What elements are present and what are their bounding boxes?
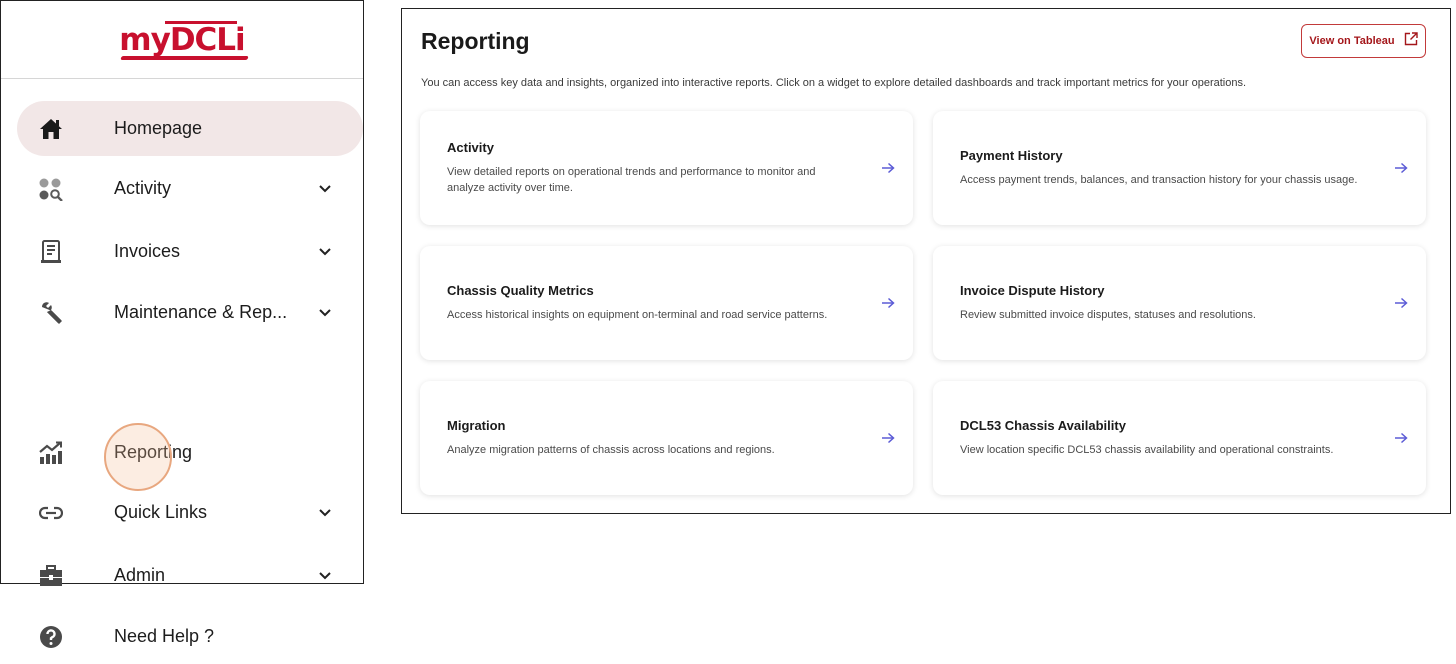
sidebar-item-need-help[interactable]: Need Help ? xyxy=(17,609,363,664)
sidebar-item-label: Reporting xyxy=(114,442,193,462)
chevron-down-icon xyxy=(318,306,332,320)
sidebar-item-label: Maintenance & Rep... xyxy=(114,302,288,322)
logo-my: my xyxy=(119,22,171,58)
briefcase-icon xyxy=(37,562,65,590)
logo-underline xyxy=(120,56,250,60)
reporting-panel: Reporting View on Tableau You can access… xyxy=(401,8,1451,514)
chart-icon xyxy=(37,439,65,467)
external-link-icon xyxy=(1404,31,1418,51)
home-icon xyxy=(37,115,65,143)
sidebar-item-label: Activity xyxy=(114,178,172,198)
mydcli-logo[interactable]: myDCLi xyxy=(119,21,250,60)
report-card-dcl53-chassis-availability[interactable]: DCL53 Chassis Availability View location… xyxy=(933,381,1426,495)
logo-overline xyxy=(165,21,237,24)
sidebar-item-label: Quick Links xyxy=(114,502,208,522)
report-card-migration[interactable]: Migration Analyze migration patterns of … xyxy=(420,381,913,495)
wrench-icon xyxy=(37,299,65,327)
card-description: Review submitted invoice disputes, statu… xyxy=(960,309,1256,321)
help-icon xyxy=(37,623,65,651)
page-title: Reporting xyxy=(421,28,530,54)
arrow-right-icon xyxy=(880,295,896,311)
chevron-down-icon xyxy=(318,182,332,196)
page-description: You can access key data and insights, or… xyxy=(421,77,1247,89)
sidebar-item-maintenance[interactable]: Maintenance & Rep... xyxy=(17,285,363,340)
card-title: Chassis Quality Metrics xyxy=(447,283,594,298)
sidebar-item-reporting[interactable]: Reporting xyxy=(17,425,363,480)
card-title: Invoice Dispute History xyxy=(960,283,1105,298)
sidebar-item-quick-links[interactable]: Quick Links xyxy=(17,485,363,540)
report-card-activity[interactable]: Activity View detailed reports on operat… xyxy=(420,111,913,225)
arrow-right-icon xyxy=(1393,295,1409,311)
invoice-icon xyxy=(37,238,65,266)
logo-dcli: DCLi xyxy=(169,22,246,58)
card-description: View detailed reports on operational tre… xyxy=(447,166,816,194)
card-title: DCL53 Chassis Availability xyxy=(960,418,1126,433)
chevron-down-icon xyxy=(318,245,332,259)
sidebar-item-invoices[interactable]: Invoices xyxy=(17,224,363,279)
sidebar-item-homepage[interactable]: Homepage xyxy=(17,101,363,156)
arrow-right-icon xyxy=(1393,160,1409,176)
chevron-down-icon xyxy=(318,569,332,583)
link-icon xyxy=(37,499,65,527)
card-title: Migration xyxy=(447,418,506,433)
sidebar-item-activity[interactable]: Activity xyxy=(17,161,363,216)
report-card-invoice-dispute-history[interactable]: Invoice Dispute History Review submitted… xyxy=(933,246,1426,360)
sidebar-item-admin[interactable]: Admin xyxy=(17,548,363,603)
report-card-payment-history[interactable]: Payment History Access payment trends, b… xyxy=(933,111,1426,225)
arrow-right-icon xyxy=(1393,430,1409,446)
sidebar-item-label: Homepage xyxy=(114,118,203,138)
arrow-right-icon xyxy=(880,160,896,176)
card-description: Access historical insights on equipment … xyxy=(447,309,828,321)
sidebar-item-label: Invoices xyxy=(114,241,181,261)
report-card-chassis-quality-metrics[interactable]: Chassis Quality Metrics Access historica… xyxy=(420,246,913,360)
view-on-tableau-button[interactable]: View on Tableau xyxy=(1301,24,1426,58)
sidebar-item-label: Admin xyxy=(114,565,166,585)
chevron-down-icon xyxy=(318,506,332,520)
card-description: View location specific DCL53 chassis ava… xyxy=(960,444,1334,456)
card-description: Access payment trends, balances, and tra… xyxy=(960,174,1358,186)
logo-area: myDCLi xyxy=(1,1,363,79)
card-title: Payment History xyxy=(960,148,1063,163)
sidebar: myDCLi Homepage Activity Invoices Mainte… xyxy=(0,0,364,648)
view-on-tableau-label: View on Tableau xyxy=(1309,35,1395,47)
arrow-right-icon xyxy=(880,430,896,446)
card-description: Analyze migration patterns of chassis ac… xyxy=(447,444,775,456)
card-title: Activity xyxy=(447,140,494,155)
activity-icon xyxy=(37,175,65,203)
sidebar-item-label: Need Help ? xyxy=(114,626,215,646)
